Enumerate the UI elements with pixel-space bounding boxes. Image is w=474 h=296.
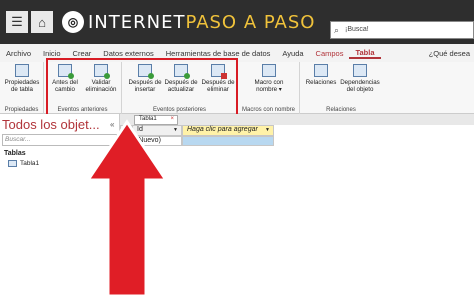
tab-datos-externos[interactable]: Datos externos [97, 49, 159, 58]
propiedades-tabla-button[interactable]: Propiedades de tabla [2, 64, 42, 93]
menu-icon[interactable]: ☰ [6, 11, 28, 33]
group-macros: Macro con nombre ▾ Macros con nombre [238, 62, 300, 114]
macro-nombre-button[interactable]: Macro con nombre ▾ [250, 64, 288, 93]
table-icon [8, 160, 17, 167]
logo-icon: ◎ [62, 11, 84, 33]
site-logo[interactable]: INTERNETPASO A PASO [88, 12, 315, 33]
red-arrow-icon [85, 119, 169, 296]
column-header-add[interactable]: Haga clic para agregar ▼ [182, 125, 274, 136]
dropdown-icon[interactable]: ▼ [173, 127, 178, 133]
tab-tabla[interactable]: Tabla [349, 48, 381, 59]
group-propiedades: Propiedades de tabla Propiedades [0, 62, 44, 114]
tab-ayuda[interactable]: Ayuda [276, 49, 309, 58]
relaciones-button[interactable]: Relaciones [304, 64, 338, 86]
tab-campos[interactable]: Campos [310, 49, 350, 58]
group-label: Relaciones [326, 107, 356, 113]
tab-herramientas[interactable]: Herramientas de base de datos [160, 49, 277, 58]
datasheet: Id ▼ Haga clic para agregar ▼ (Nuevo) [120, 125, 474, 296]
tab-archivo[interactable]: Archivo [0, 49, 37, 58]
site-header: ☰ ⌂ ◎ INTERNETPASO A PASO ⌕ ¡Busca! [0, 0, 474, 44]
document-tabbar: Tabla1 × [120, 114, 474, 125]
group-label: Macros con nombre [241, 107, 296, 113]
close-icon[interactable]: × [170, 116, 174, 122]
table-properties-icon [15, 64, 29, 77]
group-label: Propiedades [4, 107, 39, 113]
site-search-input[interactable]: ⌕ ¡Busca! [330, 21, 474, 39]
dropdown-icon[interactable]: ▼ [265, 127, 270, 133]
home-icon[interactable]: ⌂ [31, 11, 53, 33]
tab-crear[interactable]: Crear [67, 49, 98, 58]
help-search[interactable]: ¿Qué desea [423, 49, 474, 58]
group-relaciones: Relaciones Dependencias del objeto Relac… [300, 62, 382, 114]
app-window: ☰ ⌂ ◎ INTERNETPASO A PASO ⌕ ¡Busca! Arch… [0, 0, 474, 296]
dependencies-icon [353, 64, 367, 77]
tab-inicio[interactable]: Inicio [37, 49, 67, 58]
search-icon: ⌕ [334, 25, 340, 35]
dependencias-button[interactable]: Dependencias del objeto [340, 64, 380, 93]
macro-icon [262, 64, 276, 77]
highlight-box [46, 58, 238, 120]
cell-add[interactable] [182, 136, 274, 146]
relationships-icon [314, 64, 328, 77]
